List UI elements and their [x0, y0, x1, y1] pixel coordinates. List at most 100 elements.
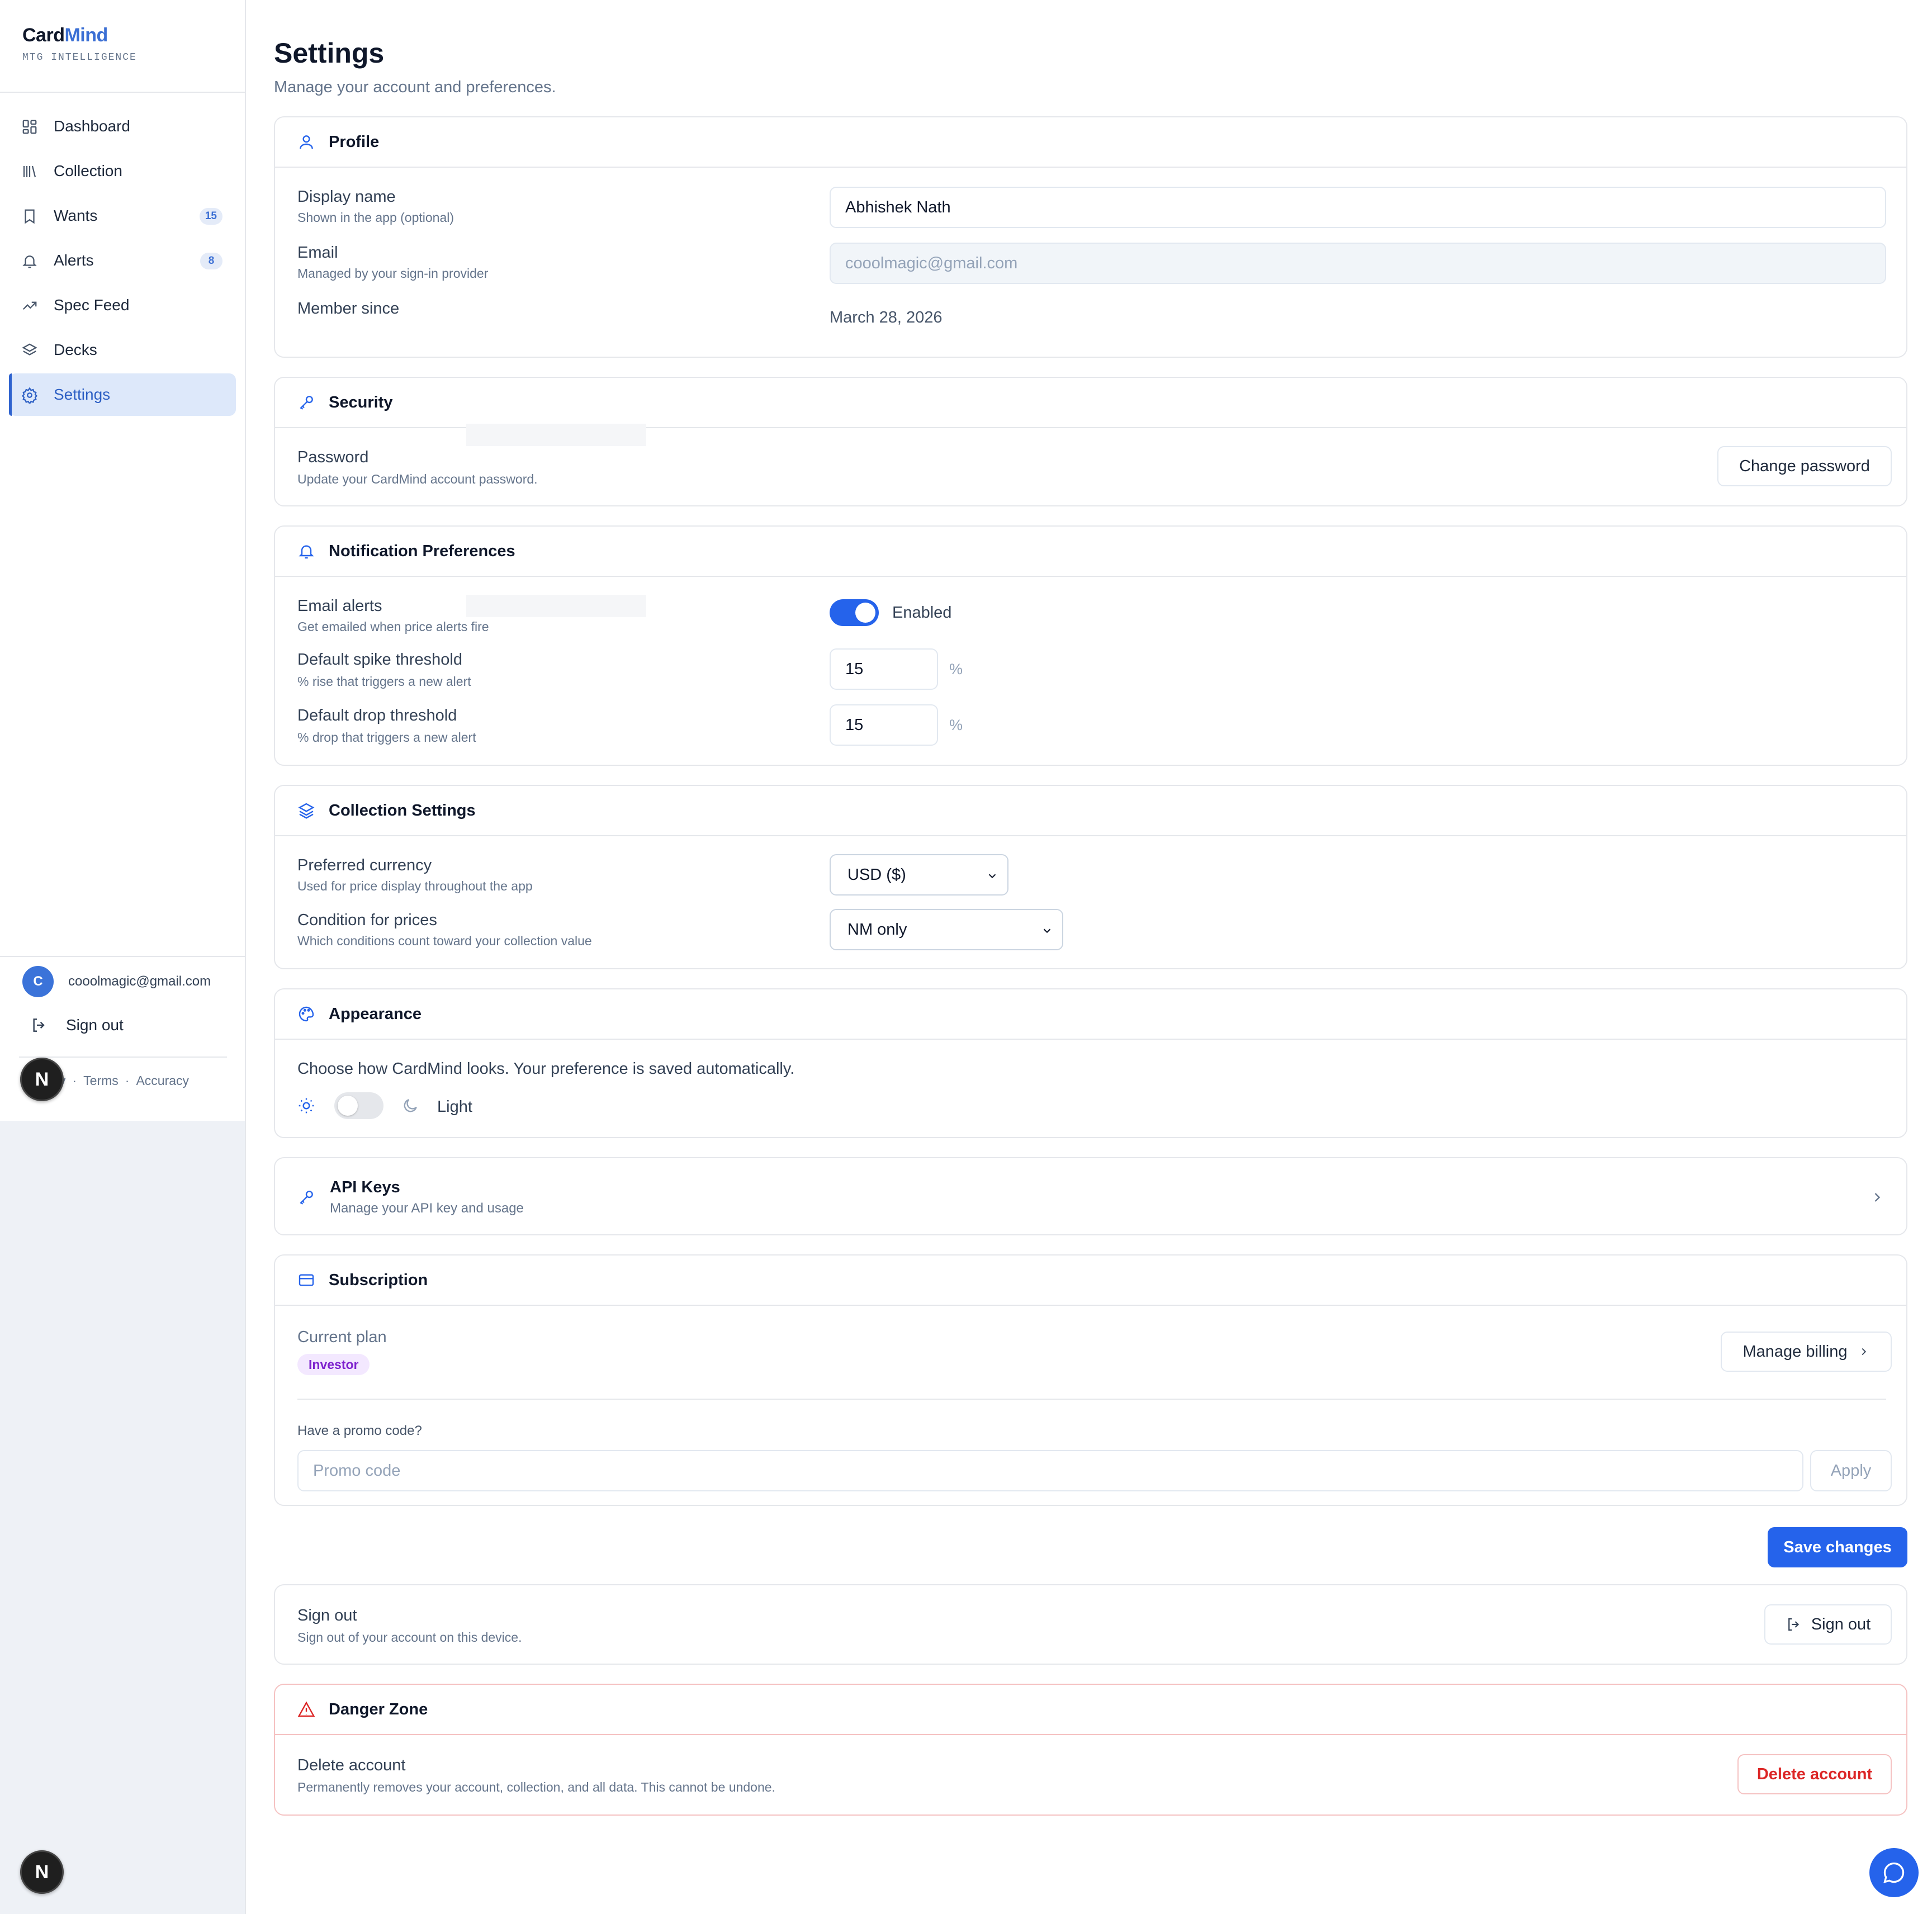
current-plan-label: Current plan: [297, 1328, 387, 1346]
alerts-count-badge: 8: [200, 253, 222, 269]
sidebar-item-spec-feed[interactable]: Spec Feed: [9, 284, 236, 326]
chevron-right-icon: [1874, 1193, 1881, 1202]
save-changes-button[interactable]: Save changes: [1768, 1527, 1907, 1567]
promo-label: Have a promo code?: [297, 1423, 422, 1438]
key-icon: [300, 1191, 313, 1205]
brand-tagline: MTG INTELLIGENCE: [22, 52, 137, 63]
accuracy-link[interactable]: Accuracy: [136, 1073, 189, 1088]
footer-separator: ·: [72, 1073, 77, 1088]
card-title: Collection Settings: [329, 801, 476, 819]
card-title: Appearance: [329, 1005, 422, 1023]
brand-name-part1: Card: [22, 25, 65, 46]
currency-select[interactable]: USD ($): [830, 854, 1008, 896]
sidebar-item-collection[interactable]: Collection: [9, 150, 236, 192]
sign-out-button-label: Sign out: [1811, 1615, 1871, 1633]
footer-links: y·Terms·Accuracy: [56, 1073, 192, 1088]
sidebar-item-wants[interactable]: Wants 15: [9, 195, 236, 237]
notification-preferences-card: Notification Preferences Email alerts Ge…: [274, 525, 1907, 766]
sidebar-item-label: Collection: [54, 162, 122, 179]
divider: [297, 1399, 1886, 1400]
condition-hint: Which conditions count toward your colle…: [297, 934, 592, 948]
avatar: C: [22, 966, 54, 997]
trending-up-icon: [22, 301, 37, 310]
wants-count-badge: 15: [199, 208, 222, 225]
security-card: Security Password Update your CardMind a…: [274, 377, 1907, 506]
sidebar-item-label: Wants: [54, 207, 98, 224]
drop-threshold-hint: % drop that triggers a new alert: [297, 730, 476, 745]
sidebar-item-decks[interactable]: Decks: [9, 329, 236, 371]
delete-account-button[interactable]: Delete account: [1737, 1754, 1892, 1794]
change-password-button[interactable]: Change password: [1717, 446, 1892, 486]
sidebar-item-label: Dashboard: [54, 117, 130, 135]
appearance-card: Appearance Choose how CardMind looks. Yo…: [274, 988, 1907, 1138]
user-info: C cooolmagic@gmail.com: [22, 966, 211, 997]
sidebar-item-settings[interactable]: Settings: [9, 373, 236, 416]
theme-toggle[interactable]: [334, 1092, 383, 1119]
bell-icon: [299, 545, 314, 559]
sign-out-button[interactable]: Sign out: [1764, 1604, 1892, 1645]
profile-card-header: Profile: [275, 117, 1906, 168]
n-floating-button[interactable]: N: [20, 1058, 64, 1101]
card-title: Subscription: [329, 1271, 428, 1289]
email-field: cooolmagic@gmail.com: [830, 243, 1886, 284]
condition-label: Condition for prices: [297, 911, 437, 929]
sidebar-item-alerts[interactable]: Alerts 8: [9, 239, 236, 282]
blank-placeholder: [466, 595, 646, 617]
sign-out-label: Sign out: [66, 1016, 124, 1034]
n-floating-button-bottom[interactable]: N: [20, 1850, 64, 1894]
delete-account-hint: Permanently removes your account, collec…: [297, 1780, 775, 1794]
sign-out-card: Sign out Sign out of your account on thi…: [274, 1584, 1907, 1665]
layers-icon: [22, 343, 37, 356]
email-hint: Managed by your sign-in provider: [297, 266, 489, 281]
bookmark-icon: [25, 209, 35, 224]
appearance-card-header: Appearance: [275, 989, 1906, 1040]
card-title: Danger Zone: [329, 1700, 428, 1718]
gear-icon: [21, 387, 38, 404]
library-icon: [23, 165, 36, 178]
sign-out-hint: Sign out of your account on this device.: [297, 1630, 522, 1645]
sidebar-item-label: Alerts: [54, 252, 94, 269]
blank-placeholder: [466, 424, 646, 446]
chevron-down-icon: [988, 874, 996, 879]
subscription-card: Subscription Current plan Investor Manag…: [274, 1254, 1907, 1506]
email-alerts-toggle[interactable]: [830, 599, 879, 626]
currency-selected-value: USD ($): [847, 865, 906, 884]
spike-threshold-hint: % rise that triggers a new alert: [297, 674, 471, 689]
sidebar-item-label: Settings: [54, 386, 111, 403]
api-keys-subtitle: Manage your API key and usage: [330, 1201, 524, 1216]
display-name-hint: Shown in the app (optional): [297, 210, 454, 225]
sidebar-sign-out-button[interactable]: Sign out: [30, 1016, 124, 1034]
profile-card: Profile Display name Shown in the app (o…: [274, 116, 1907, 358]
currency-hint: Used for price display throughout the ap…: [297, 879, 533, 893]
percent-symbol: %: [949, 661, 963, 678]
notification-card-header: Notification Preferences: [275, 527, 1906, 577]
sidebar-item-dashboard[interactable]: Dashboard: [9, 105, 236, 148]
drop-threshold-input[interactable]: 15: [830, 704, 938, 746]
sidebar-item-label: Decks: [54, 341, 97, 358]
apply-promo-button[interactable]: Apply: [1810, 1450, 1892, 1491]
card-title: Security: [329, 393, 393, 411]
member-since-value: March 28, 2026: [830, 309, 943, 326]
card-title: Profile: [329, 132, 380, 151]
display-name-input[interactable]: Abhishek Nath: [830, 187, 1886, 228]
page-subtitle: Manage your account and preferences.: [274, 78, 556, 96]
password-hint: Update your CardMind account password.: [297, 472, 538, 486]
moon-icon: [404, 1099, 417, 1112]
subscription-card-header: Subscription: [275, 1256, 1906, 1306]
brand-logo[interactable]: CardMind MTG INTELLIGENCE: [22, 25, 137, 63]
condition-select[interactable]: NM only: [830, 909, 1063, 950]
api-keys-title: API Keys: [330, 1178, 400, 1196]
terms-link[interactable]: Terms: [83, 1073, 119, 1088]
sidebar-divider: [0, 92, 245, 93]
api-keys-card[interactable]: API Keys Manage your API key and usage: [274, 1157, 1907, 1235]
manage-billing-button[interactable]: Manage billing: [1721, 1332, 1892, 1372]
chevron-down-icon: [1043, 928, 1051, 934]
user-email: cooolmagic@gmail.com: [68, 974, 211, 989]
key-icon: [300, 396, 313, 410]
spike-threshold-input[interactable]: 15: [830, 648, 938, 690]
chat-button[interactable]: [1869, 1848, 1919, 1897]
promo-code-input[interactable]: Promo code: [297, 1450, 1803, 1491]
brand-name-part2: Mind: [64, 25, 108, 46]
display-name-label: Display name: [297, 188, 396, 206]
log-out-icon: [1788, 1618, 1799, 1631]
